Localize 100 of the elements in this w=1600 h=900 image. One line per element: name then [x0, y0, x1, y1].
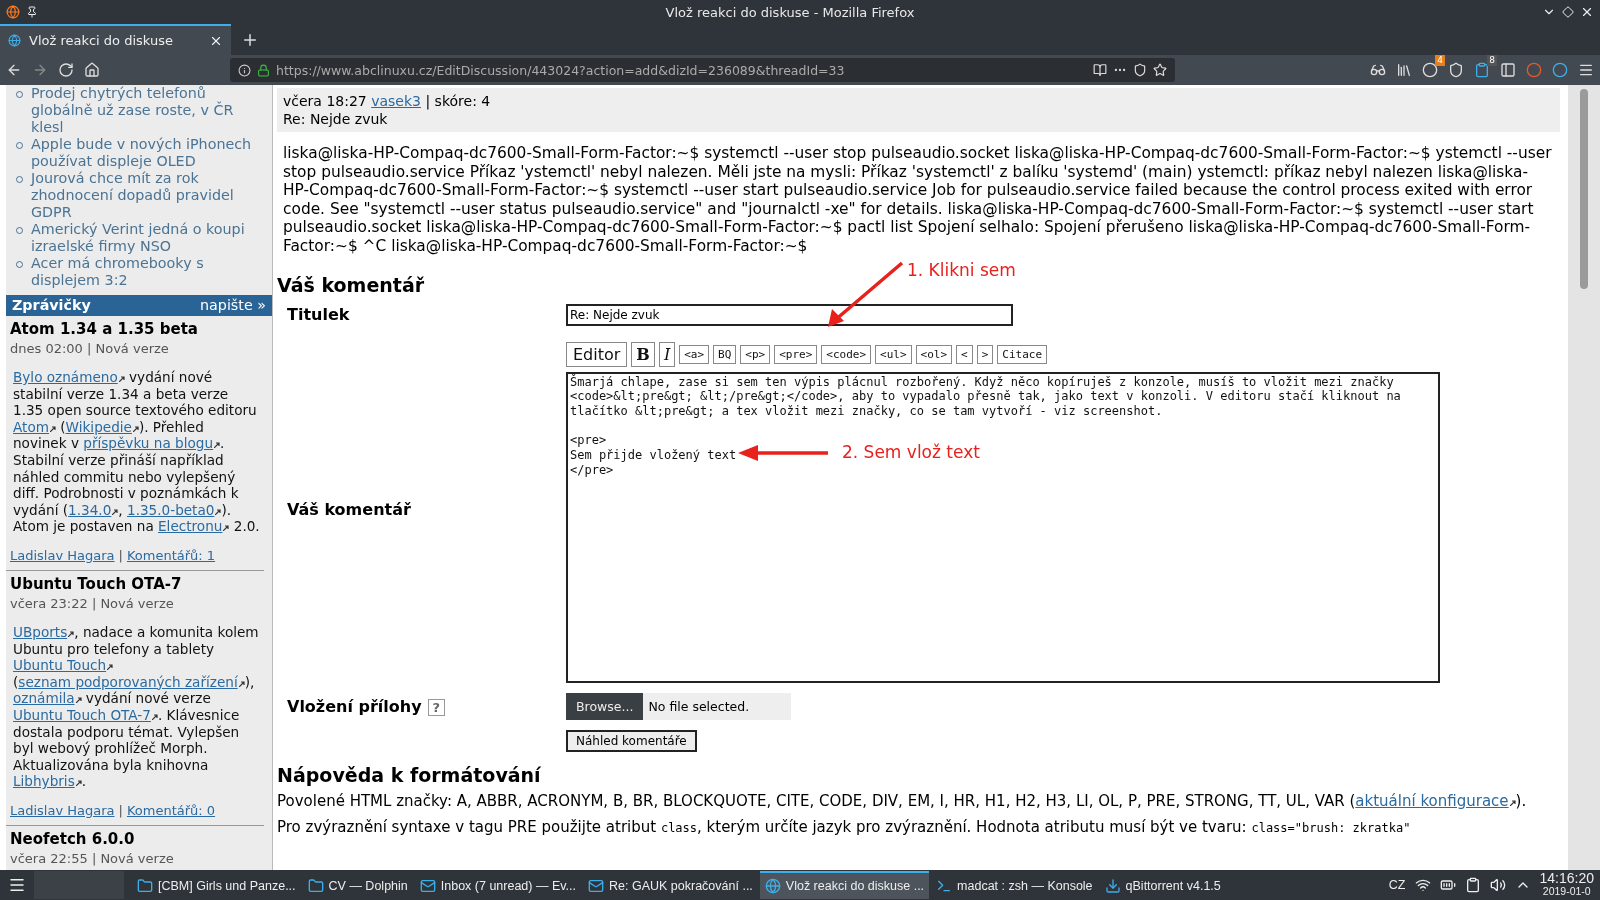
- forward-icon[interactable]: [32, 62, 48, 78]
- link[interactable]: Atom: [13, 418, 56, 435]
- external-link-icon: [1509, 799, 1516, 806]
- annotation-text: 2. Sem vlož text: [842, 442, 980, 462]
- link[interactable]: Ubuntu Touch OTA-7: [13, 706, 158, 723]
- author-link[interactable]: Ladislav Hagara: [10, 802, 115, 818]
- external-link-icon: [215, 508, 222, 515]
- taskbar-window[interactable]: Re: GAUK pokračování ...: [583, 871, 758, 899]
- sidebar-icon[interactable]: [1500, 62, 1516, 78]
- scrollbar[interactable]: [1568, 85, 1600, 870]
- news-title: Ubuntu Touch OTA-7: [10, 575, 183, 593]
- news-link[interactable]: Acer má chromebooky s displejem 3:2: [31, 255, 268, 289]
- clipboard-icon[interactable]: [1464, 877, 1481, 893]
- file-status: No file selected.: [647, 698, 750, 714]
- external-link-icon: [112, 508, 119, 515]
- reader-icon[interactable]: [1093, 63, 1107, 77]
- launcher-icon[interactable]: [8, 876, 26, 894]
- external-link-icon: [49, 425, 56, 432]
- menu-icon[interactable]: [1578, 62, 1594, 78]
- format-button[interactable]: <pre>: [774, 344, 818, 364]
- news-meta: dnes 02:00 | Nová verze: [10, 340, 170, 357]
- news-meta: včera 22:55 | Nová verze: [10, 849, 175, 867]
- taskbar-window[interactable]: Vlož reakci do diskuse ...: [759, 871, 930, 899]
- clock[interactable]: 14:16:20 2019-01-0: [1539, 872, 1594, 898]
- field-label: Vložení přílohy: [286, 696, 422, 716]
- comments-link[interactable]: Komentářů: 1: [126, 547, 216, 563]
- link[interactable]: Wikipedie: [65, 418, 139, 435]
- link[interactable]: Ubuntu Touch: [13, 657, 114, 674]
- link[interactable]: 1.35.0-beta0: [127, 501, 222, 518]
- format-button[interactable]: <: [956, 344, 973, 364]
- format-button[interactable]: <a>: [679, 344, 710, 364]
- taskbar-window[interactable]: [CBM] Girls und Panze...: [132, 871, 301, 899]
- news-link[interactable]: Apple bude v nových iPhonech používat displeje OLED: [31, 136, 268, 170]
- field-label: Váš komentář: [286, 499, 412, 519]
- link[interactable]: 1.34.0: [68, 501, 119, 518]
- reload-icon[interactable]: [58, 62, 74, 78]
- news-link[interactable]: Jourová chce mít za rok zhodnocení dopadů pravidel GDPR: [31, 170, 268, 221]
- maximize-icon[interactable]: [1562, 6, 1574, 18]
- close-icon[interactable]: [1580, 5, 1594, 19]
- bookmark-icon[interactable]: [1153, 63, 1167, 77]
- format-button[interactable]: <ul>: [875, 344, 912, 364]
- taskbar-window[interactable]: qBittorrent v4.1.5: [1099, 871, 1226, 899]
- external-link-icon: [238, 680, 245, 687]
- format-button[interactable]: Editor: [566, 341, 628, 367]
- pin-icon[interactable]: [26, 6, 38, 18]
- format-button[interactable]: <ol>: [915, 344, 953, 364]
- app-icon: [307, 878, 324, 894]
- keyboard-layout[interactable]: CZ: [1388, 878, 1406, 892]
- help-text: Povolené HTML značky: A, ABBR, ACRONYM, B, BR, BLOCKQUOTE, CITE, CODE, DIV, EM, I, HR, H1, H2, H3, LI, OL, P, PRE, STRONG, TT, UL, VAR (aktuální konfigurace ).: [277, 791, 1528, 810]
- write-link[interactable]: napište »: [200, 297, 266, 314]
- format-button[interactable]: BQ: [713, 344, 737, 364]
- news-link[interactable]: Prodej chytrých telefonů globálně už zase roste, v ČR klesl: [31, 85, 268, 136]
- format-button[interactable]: <p>: [740, 344, 771, 364]
- form-heading: Váš komentář: [277, 273, 425, 296]
- shield-icon[interactable]: [1133, 63, 1147, 77]
- link[interactable]: příspěvku na blogu: [83, 435, 221, 452]
- link[interactable]: Libhybris: [13, 773, 82, 790]
- comment-meta: včera 18:27 vasek3 | skóre: 4: [283, 92, 492, 110]
- format-button[interactable]: >: [976, 344, 994, 364]
- info-icon[interactable]: [238, 63, 251, 77]
- news-text: UBports , nadace a komunita kolem Ubuntu pro telefony a tablety Ubuntu Touch (seznam podporovaných zařízení ), oznámila vydání nové verze Ubuntu Touch OTA-7 . Klávesnice dostala podporu témat. Vylepšen byl webový prohlížeč Morph. Aktualizována byla knihovna Libhybris .: [13, 623, 260, 790]
- link[interactable]: oznámila: [13, 690, 82, 707]
- comments-link[interactable]: Komentářů: 0: [126, 802, 216, 818]
- help-button[interactable]: ?: [427, 698, 446, 716]
- format-button[interactable]: <code>: [821, 344, 872, 364]
- app-icon: [137, 878, 153, 894]
- link[interactable]: seznam podporovaných zařízení: [18, 673, 245, 690]
- library-icon[interactable]: [1396, 62, 1412, 78]
- external-link-icon: [223, 525, 230, 532]
- format-button[interactable]: Citace: [997, 344, 1048, 364]
- shield-icon[interactable]: [1448, 62, 1464, 78]
- news-link[interactable]: Americký Verint jedná o koupi izraelské firmy NSO: [31, 221, 268, 255]
- link[interactable]: UBports: [13, 623, 75, 640]
- author-link[interactable]: Ladislav Hagara: [10, 547, 115, 563]
- taskbar-window[interactable]: madcat : zsh — Konsole: [931, 871, 1098, 899]
- title-field[interactable]: Re: Nejde zvuk: [566, 303, 1013, 326]
- author-link[interactable]: vasek3: [371, 93, 421, 109]
- link[interactable]: aktuální konfigurace: [1355, 791, 1516, 810]
- home-icon[interactable]: [84, 62, 100, 78]
- address-bar[interactable]: https://www.abclinuxu.cz/EditDiscussion/443024?action=add&dizId=236089&threadId=33: [230, 58, 1175, 82]
- format-button[interactable]: B: [631, 341, 655, 367]
- external-link-icon: [118, 376, 125, 382]
- news-meta: včera 23:22 | Nová verze: [10, 594, 175, 612]
- tab-label: Vlož reakci do diskuse: [29, 33, 174, 48]
- browse-button[interactable]: Browse...: [566, 692, 644, 720]
- external-link-icon: [75, 697, 82, 704]
- browser-tab[interactable]: Vlož reakci do diskuse: [0, 24, 231, 55]
- taskbar-window[interactable]: CV — Dolphin: [302, 871, 413, 899]
- taskbar-window[interactable]: Inbox (7 unread) — Ev...: [414, 871, 581, 899]
- news-title: Atom 1.34 a 1.35 beta: [10, 321, 199, 338]
- preview-button[interactable]: Náhled komentáře: [566, 729, 697, 752]
- volume-icon[interactable]: [1489, 877, 1506, 893]
- link[interactable]: Electronu: [158, 518, 230, 535]
- comment-subject: Re: Nejde zvuk: [283, 110, 389, 128]
- link[interactable]: Bylo oznámeno: [13, 369, 125, 385]
- wifi-icon[interactable]: [1414, 877, 1431, 893]
- back-icon[interactable]: [6, 62, 22, 78]
- battery-icon[interactable]: [1439, 877, 1456, 893]
- format-button[interactable]: I: [658, 341, 676, 367]
- site-icon: [8, 34, 21, 47]
